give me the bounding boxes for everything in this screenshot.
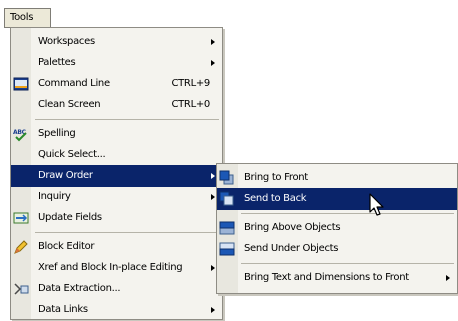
submenu-item-send-under-objects[interactable]: Send Under Objects (217, 238, 457, 260)
submenu-arrow-icon (211, 39, 215, 45)
menu-item-label: Update Fields (38, 212, 102, 223)
submenu-item-bring-text-dimensions-front[interactable]: Bring Text and Dimensions to Front (217, 267, 457, 289)
menu-separator (241, 263, 454, 264)
menu-item-label: Data Links (38, 304, 88, 315)
tools-dropdown-menu: Workspaces Palettes Command Line CTRL+9 … (10, 27, 223, 320)
menu-item-label: Quick Select... (38, 149, 106, 160)
menu-item-label: Workspaces (38, 36, 95, 47)
menu-item-label: Data Extraction... (38, 283, 121, 294)
block-editor-icon (13, 239, 29, 255)
mouse-cursor-icon (369, 193, 384, 216)
submenu-item-bring-above-objects[interactable]: Bring Above Objects (217, 217, 457, 239)
menu-item-xref-block-editing[interactable]: Xref and Block In-place Editing (11, 257, 222, 279)
bring-to-front-icon (219, 170, 235, 186)
command-line-icon (13, 76, 29, 92)
submenu-item-bring-to-front[interactable]: Bring to Front (217, 167, 457, 189)
submenu-arrow-icon (446, 275, 450, 281)
menu-separator (35, 119, 219, 120)
bring-above-objects-icon (219, 220, 235, 236)
submenu-arrow-icon (211, 173, 215, 179)
menu-item-workspaces[interactable]: Workspaces (11, 31, 222, 53)
send-to-back-icon (219, 191, 235, 207)
tools-menu[interactable]: Tools (4, 8, 51, 28)
menu-item-shortcut: CTRL+9 (171, 78, 210, 89)
submenu-item-label: Bring Above Objects (244, 222, 341, 233)
draw-order-submenu: Bring to Front Send to Back Bring Above … (216, 163, 458, 294)
menu-item-data-extraction[interactable]: Data Extraction... (11, 278, 222, 300)
menu-item-label: Inquiry (38, 191, 71, 202)
spelling-icon: ABC (13, 126, 29, 142)
menu-item-shortcut: CTRL+0 (171, 99, 210, 110)
submenu-item-label: Send Under Objects (244, 243, 339, 254)
menu-item-draw-order[interactable]: Draw Order (11, 165, 222, 187)
menu-item-label: Draw Order (38, 170, 93, 181)
menu-separator (35, 232, 219, 233)
menu-item-label: Block Editor (38, 241, 95, 252)
submenu-item-label: Bring Text and Dimensions to Front (244, 272, 409, 283)
menu-item-palettes[interactable]: Palettes (11, 52, 222, 74)
send-under-objects-icon (219, 241, 235, 257)
menu-item-spelling[interactable]: ABC Spelling (11, 123, 222, 145)
menu-item-command-line[interactable]: Command Line CTRL+9 (11, 73, 222, 95)
menu-item-label: Xref and Block In-place Editing (38, 262, 183, 273)
menu-item-inquiry[interactable]: Inquiry (11, 186, 222, 208)
data-extraction-icon (13, 281, 29, 297)
submenu-item-label: Send to Back (244, 193, 307, 204)
submenu-arrow-icon (211, 60, 215, 66)
submenu-arrow-icon (211, 265, 215, 271)
submenu-item-label: Bring to Front (244, 172, 308, 183)
menu-item-block-editor[interactable]: Block Editor (11, 236, 222, 258)
menu-item-data-links[interactable]: Data Links (11, 299, 222, 321)
update-fields-icon (13, 210, 29, 226)
menu-item-update-fields[interactable]: Update Fields (11, 207, 222, 229)
menu-item-clean-screen[interactable]: Clean Screen CTRL+0 (11, 94, 222, 116)
menu-item-label: Spelling (38, 128, 76, 139)
submenu-arrow-icon (211, 307, 215, 313)
submenu-item-send-to-back[interactable]: Send to Back (217, 188, 457, 210)
menu-item-label: Clean Screen (38, 99, 101, 110)
menu-item-label: Palettes (38, 57, 76, 68)
menu-item-label: Command Line (38, 78, 110, 89)
menu-separator (241, 213, 454, 214)
menu-item-quick-select[interactable]: Quick Select... (11, 144, 222, 166)
submenu-arrow-icon (211, 194, 215, 200)
